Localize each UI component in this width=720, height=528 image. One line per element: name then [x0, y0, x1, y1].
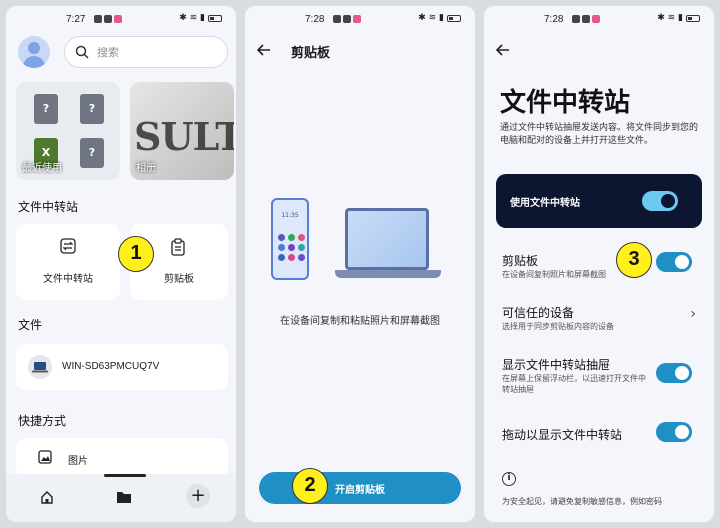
clipboard-toggle[interactable] [656, 252, 692, 272]
laptop-base [335, 270, 441, 278]
clipboard-icon [171, 238, 185, 256]
clipboard-screen: 7:28 ✱ ≋ ▮ 剪贴板 11:35 在设备间复制和粘贴照片和屏幕截图 开启… [245, 6, 475, 522]
recent-label: 最近使用 [22, 163, 62, 174]
avatar[interactable] [18, 36, 50, 68]
row-drag-title: 拖动以显示文件中转站 [502, 428, 623, 442]
status-bar: 7:28 ✱ ≋ ▮ [484, 6, 714, 32]
battery-icon [208, 14, 222, 22]
battery-icon [447, 14, 461, 22]
notification-icons [94, 15, 122, 23]
status-time: 7:28 [305, 14, 325, 25]
add-button[interactable]: + [186, 484, 210, 508]
drag-toggle[interactable] [656, 422, 692, 442]
security-note: 为安全起见，请避免复制敏感信息，例如密码 [502, 497, 662, 506]
clipboard-card-label: 剪贴板 [164, 274, 194, 285]
master-toggle-card[interactable]: 使用文件中转站 [496, 174, 702, 228]
search-icon [75, 45, 89, 59]
image-icon [38, 450, 52, 464]
file-icon: ? [80, 94, 104, 124]
master-toggle[interactable] [642, 191, 678, 211]
notification-icons [333, 15, 361, 23]
album-thumbnail-text: SULT [134, 114, 234, 159]
shortcut-label: 图片 [68, 456, 88, 467]
phone-illustration: 11:35 [271, 198, 309, 280]
step-badge-2: 2 [292, 468, 328, 504]
drawer-toggle[interactable] [656, 363, 692, 383]
page-title: 剪贴板 [291, 46, 331, 61]
feature-caption: 在设备间复制和粘贴照片和屏幕截图 [280, 316, 440, 327]
recent-tile[interactable]: ? ? X ? 最近使用 [16, 82, 120, 180]
phone-time: 11:35 [281, 212, 299, 219]
master-toggle-label: 使用文件中转站 [510, 198, 580, 209]
row-drawer-title: 显示文件中转站抽屉 [502, 358, 611, 372]
swap-icon [60, 238, 76, 254]
laptop-illustration [345, 208, 429, 270]
folder-icon[interactable] [116, 490, 132, 504]
system-icons: ✱ ≋ ▮ [418, 13, 461, 23]
album-tile[interactable]: SULT 相册 [130, 82, 234, 180]
file-icon: ? [34, 94, 58, 124]
search-placeholder: 搜索 [97, 46, 119, 59]
notification-icons [572, 15, 600, 23]
row-clipboard-title: 剪贴板 [502, 254, 539, 268]
transfer-card[interactable]: 文件中转站 [16, 224, 120, 300]
home-icon[interactable] [40, 490, 54, 504]
status-time: 7:28 [544, 14, 564, 25]
file-icon: ? [80, 138, 104, 168]
back-arrow-icon[interactable] [496, 44, 510, 56]
step-badge-3: 3 [616, 242, 652, 278]
page-title: 文件中转站 [500, 88, 631, 118]
device-row[interactable]: WIN-SD63PMCUQ7V [16, 344, 228, 390]
album-label: 相册 [136, 163, 156, 174]
search-input[interactable]: 搜索 [64, 36, 228, 68]
section-title-shortcuts: 快捷方式 [18, 414, 67, 428]
status-bar: 7:28 ✱ ≋ ▮ [245, 6, 475, 32]
system-icons: ✱ ≋ ▮ [179, 13, 222, 23]
system-icons: ✱ ≋ ▮ [657, 13, 700, 23]
back-arrow-icon[interactable] [257, 44, 271, 56]
section-title-transfer: 文件中转站 [18, 200, 79, 214]
enable-clipboard-button[interactable]: 开启剪贴板 [259, 472, 461, 504]
laptop-icon [28, 355, 52, 379]
bottom-navigation: + [6, 474, 236, 522]
step-badge-1: 1 [118, 236, 154, 272]
info-icon: i [502, 472, 516, 486]
section-title-files: 文件 [18, 318, 43, 332]
battery-icon [686, 14, 700, 22]
row-trusted-title: 可信任的设备 [502, 306, 575, 320]
settings-screen: 7:28 ✱ ≋ ▮ 文件中转站 通过文件中转站抽屉发送内容。将文件同步到您的电… [484, 6, 714, 522]
shortcut-row[interactable]: 图片 [16, 438, 228, 478]
status-time: 7:27 [66, 14, 86, 25]
device-name: WIN-SD63PMCUQ7V [62, 361, 160, 372]
row-trusted-subtitle: 选择用于同步剪贴板内容的设备 [502, 322, 614, 331]
transfer-card-label: 文件中转站 [43, 274, 93, 285]
page-description: 通过文件中转站抽屉发送内容。将文件同步到您的电脑和配对的设备上并打开这些文件。 [500, 123, 699, 146]
row-drawer-subtitle: 在屏幕上保留浮动栏，以迅速打开文件中转站抽屉 [502, 374, 646, 394]
status-bar: 7:27 ✱ ≋ ▮ [6, 6, 236, 32]
nav-indicator [104, 474, 146, 477]
chevron-right-icon[interactable]: › [690, 306, 696, 322]
